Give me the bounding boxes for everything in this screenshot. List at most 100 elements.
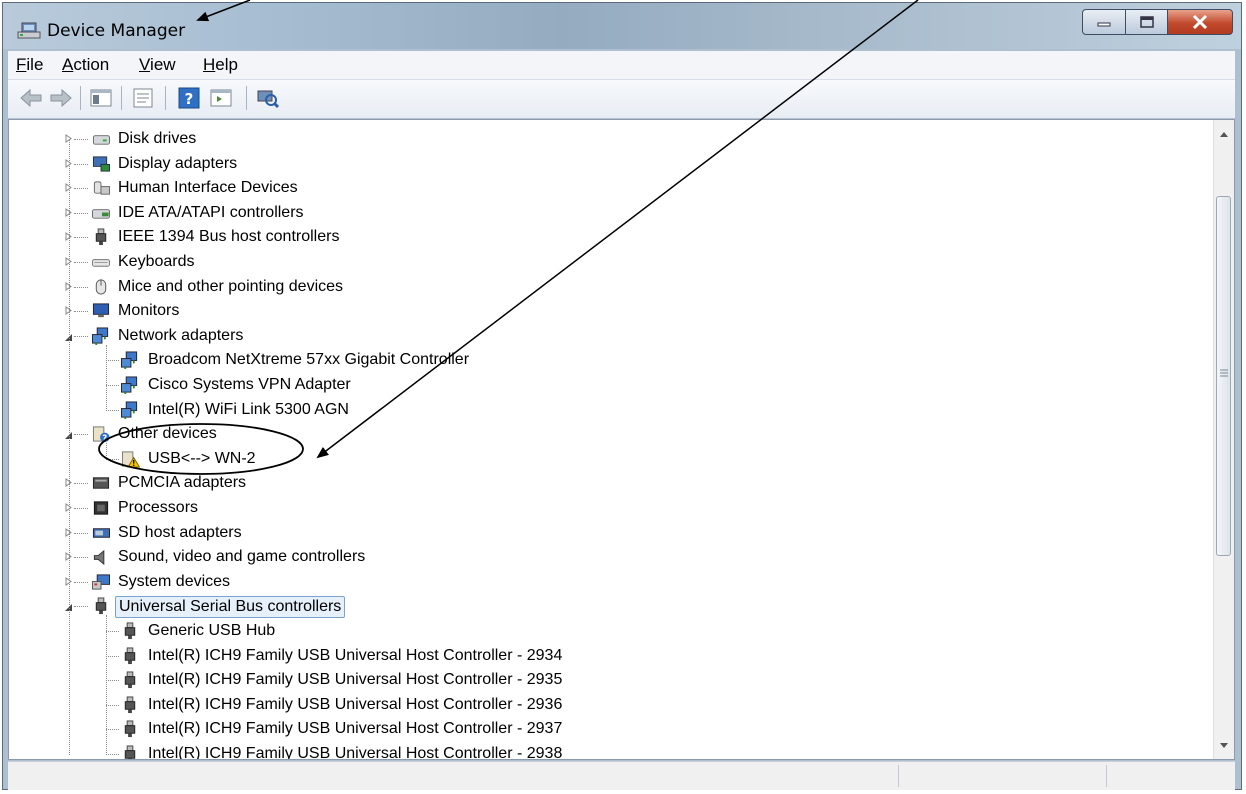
tree-item-generic-usb-hub[interactable]: Generic USB Hub <box>9 620 1189 644</box>
tree-item-label: Intel(R) WiFi Link 5300 AGN <box>148 400 349 418</box>
toolbar-separator <box>246 86 247 110</box>
tree-connector <box>74 434 88 436</box>
status-separator <box>898 765 899 787</box>
network-adapter-icon <box>121 351 138 370</box>
tree-item-pcmcia-adapters[interactable]: PCMCIA adapters <box>9 472 1189 496</box>
tree-item-other-devices[interactable]: ? Other devices <box>9 423 1189 447</box>
tree-item-display-adapters[interactable]: Display adapters <box>9 153 1189 177</box>
tree-connector <box>106 409 119 411</box>
forward-arrow-icon[interactable] <box>48 85 74 111</box>
menu-action[interactable]: Action <box>62 55 109 75</box>
tree-item-ide-ata-atapi-controllers[interactable]: IDE ATA/ATAPI controllers <box>9 202 1189 226</box>
tree-item-label: Keyboards <box>118 253 195 270</box>
tree-item-intel-r-ich9-family-usb-universal-host-controller-2936[interactable]: Intel(R) ICH9 Family USB Universal Host … <box>9 694 1189 718</box>
tree-connector <box>74 581 88 583</box>
tree-item-label: Intel(R) ICH9 Family USB Universal Host … <box>148 695 563 713</box>
network-adapter-icon <box>92 327 109 345</box>
menu-view-access-key: V <box>139 55 151 74</box>
tree-connector <box>74 286 88 288</box>
help-icon[interactable]: ? <box>176 85 202 111</box>
toolbar-separator <box>121 86 122 110</box>
tree-item-label: Network adapters <box>118 326 244 344</box>
network-adapter-icon <box>121 401 138 419</box>
tree-connector <box>106 729 119 731</box>
tree-item-ieee-1394-bus-host-controllers[interactable]: IEEE 1394 Bus host controllers <box>9 226 1189 250</box>
tree-item-network-adapters[interactable]: Network adapters <box>9 325 1189 349</box>
back-arrow-icon[interactable] <box>18 85 44 111</box>
scroll-up-icon[interactable] <box>1219 130 1229 138</box>
tree-item-label: Display adapters <box>118 154 238 172</box>
close-button[interactable] <box>1167 9 1233 35</box>
tree-item-mice-and-other-pointing-devices[interactable]: Mice and other pointing devices <box>9 276 1189 300</box>
tree-item-label: Intel(R) ICH9 Family USB Universal Host … <box>148 671 563 689</box>
tree-item-cisco-systems-vpn-adapter[interactable]: Cisco Systems VPN Adapter <box>9 374 1189 398</box>
tree-connector <box>74 532 88 534</box>
tree-connector <box>74 508 88 509</box>
tree-item-keyboards[interactable]: Keyboards <box>9 251 1189 275</box>
tree-item-usb-wn-2[interactable]: ! USB<--> WN-2 <box>9 448 1189 472</box>
tree-item-label: Sound, video and game controllers <box>118 548 366 566</box>
menu-help[interactable]: Help <box>203 55 238 75</box>
tree-item-label: IEEE 1394 Bus host controllers <box>118 228 340 246</box>
tree-item-sound-video-and-game-controllers[interactable]: Sound, video and game controllers <box>9 546 1189 570</box>
tree-connector <box>74 237 88 239</box>
menu-view-label: iew <box>150 55 176 74</box>
tree-connector-vertical <box>69 140 70 755</box>
tree-item-intel-r-ich9-family-usb-universal-host-controller-2934[interactable]: Intel(R) ICH9 Family USB Universal Host … <box>9 645 1189 669</box>
device-tree[interactable]: Disk drives Display adapters Human Interfa… <box>8 119 1235 760</box>
maximize-icon <box>1139 16 1154 28</box>
tree-item-label: Universal Serial Bus controllers <box>115 596 346 619</box>
tree-item-disk-drives[interactable]: Disk drives <box>9 128 1189 152</box>
status-bar <box>8 761 1235 790</box>
tree-item-universal-serial-bus-controllers[interactable]: Universal Serial Bus controllers <box>9 595 1189 619</box>
tree-item-label: Disk drives <box>118 130 197 147</box>
usb-plug-icon <box>124 647 136 664</box>
minimize-button[interactable] <box>1082 9 1126 35</box>
menu-help-label: elp <box>215 55 238 74</box>
status-separator <box>1106 765 1107 787</box>
tree-item-human-interface-devices[interactable]: Human Interface Devices <box>9 177 1189 201</box>
mouse-icon <box>95 279 107 295</box>
pcmcia-icon <box>92 477 110 490</box>
tree-item-label: Human Interface Devices <box>118 179 298 197</box>
tree-connector-vertical <box>106 443 107 460</box>
tree-connector <box>106 385 119 386</box>
tree-item-label: Intel(R) ICH9 Family USB Universal Host … <box>148 646 563 664</box>
tree-item-intel-r-ich9-family-usb-universal-host-controller-2935[interactable]: Intel(R) ICH9 Family USB Universal Host … <box>9 669 1189 693</box>
vertical-scrollbar[interactable] <box>1213 120 1234 759</box>
tree-item-label: Other devices <box>118 425 217 443</box>
tree-item-broadcom-netxtreme-57xx-gigabit-controller[interactable]: Broadcom NetXtreme 57xx Gigabit Controll… <box>9 349 1189 373</box>
tree-item-intel-r-wifi-link-5300-agn[interactable]: Intel(R) WiFi Link 5300 AGN <box>9 399 1189 423</box>
tree-item-intel-r-ich9-family-usb-universal-host-controller-2937[interactable]: Intel(R) ICH9 Family USB Universal Host … <box>9 718 1189 742</box>
properties-icon[interactable] <box>130 85 156 111</box>
tree-connector <box>74 311 88 313</box>
maximize-button[interactable] <box>1125 9 1168 35</box>
scroll-down-icon[interactable] <box>1219 742 1229 750</box>
tree-item-intel-r-ich9-family-usb-universal-host-controller-2938[interactable]: Intel(R) ICH9 Family USB Universal Host … <box>9 743 1189 759</box>
action-pane-icon[interactable] <box>208 85 234 111</box>
hid-icon <box>93 181 110 195</box>
sd-host-icon <box>92 527 110 538</box>
tree-connector <box>74 163 88 165</box>
tree-connector <box>74 335 88 337</box>
disk-drive-icon <box>92 135 110 145</box>
show-hide-console-tree-icon[interactable] <box>88 85 114 111</box>
menu-bar: File Action View Help <box>8 51 1235 80</box>
tree-item-label: PCMCIA adapters <box>118 474 247 492</box>
tree-item-sd-host-adapters[interactable]: SD host adapters <box>9 522 1189 546</box>
scan-for-hardware-changes-icon[interactable] <box>254 85 280 111</box>
tree-connector <box>106 754 119 755</box>
tree-item-processors[interactable]: Processors <box>9 497 1189 521</box>
device-manager-window: Device Manager File Action View Help ? D… <box>2 2 1242 790</box>
scrollbar-thumb[interactable] <box>1216 196 1231 556</box>
tree-connector <box>106 704 119 706</box>
title-bar[interactable]: Device Manager <box>3 3 1241 49</box>
menu-view[interactable]: View <box>139 55 176 75</box>
system-devices-icon <box>92 574 110 590</box>
tree-item-system-devices[interactable]: System devices <box>9 571 1189 595</box>
menu-file[interactable]: File <box>16 55 43 75</box>
keyboard-icon <box>92 259 110 267</box>
tree-connector <box>74 557 88 559</box>
tree-item-monitors[interactable]: Monitors <box>9 300 1189 324</box>
usb-plug-icon <box>124 720 136 738</box>
